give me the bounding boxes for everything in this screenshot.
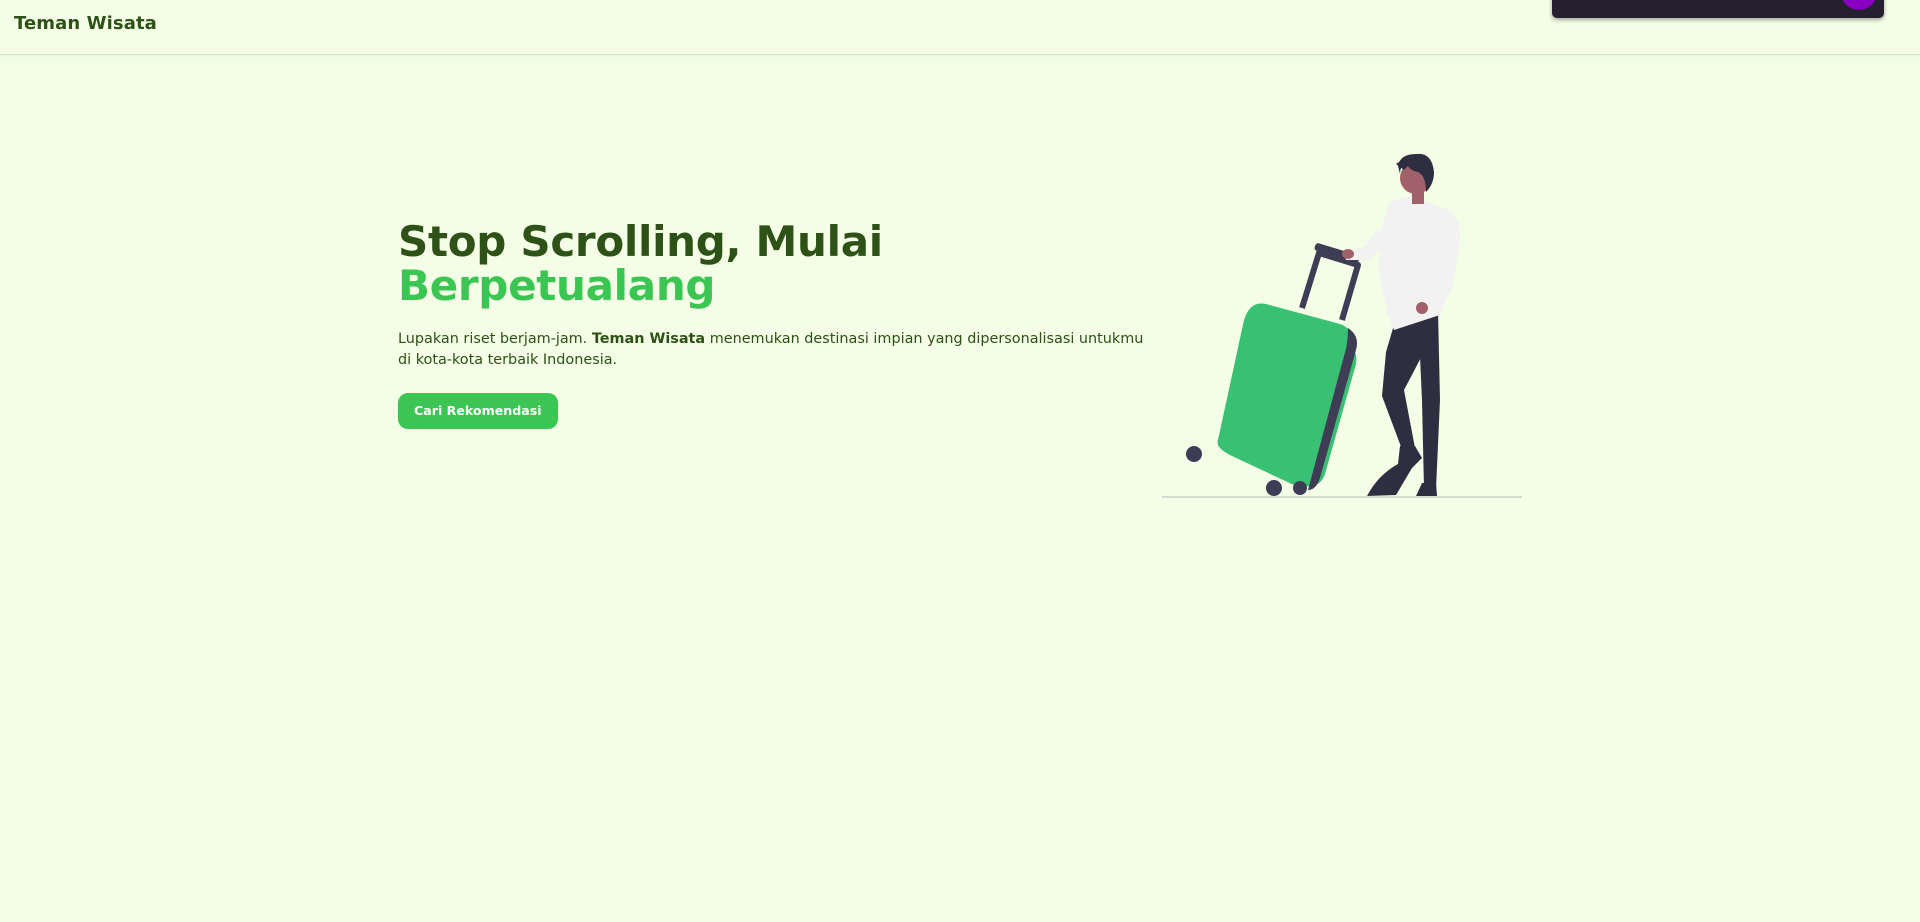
hero-description: Lupakan riset berjam-jam. Teman Wisata m…	[398, 329, 1158, 371]
traveler-illustration	[1160, 150, 1524, 500]
floating-toolbar-panel[interactable]	[1552, 0, 1884, 18]
navbar: Teman Wisata	[0, 0, 1920, 55]
brand-logo[interactable]: Teman Wisata	[14, 13, 157, 34]
hero-description-brand: Teman Wisata	[591, 331, 706, 347]
hero-title-highlight: Berpetualang	[398, 261, 716, 310]
hero-title: Stop Scrolling, Mulai Berpetualang	[398, 220, 1168, 308]
hero-title-line-1: Stop Scrolling, Mulai	[398, 217, 883, 266]
find-recommendation-button[interactable]: Cari Rekomendasi	[398, 393, 558, 429]
hero-section: Stop Scrolling, Mulai Berpetualang Lupak…	[398, 220, 1168, 429]
avatar[interactable]	[1841, 0, 1877, 10]
hero-description-text: Lupakan riset berjam-jam.	[398, 331, 592, 347]
